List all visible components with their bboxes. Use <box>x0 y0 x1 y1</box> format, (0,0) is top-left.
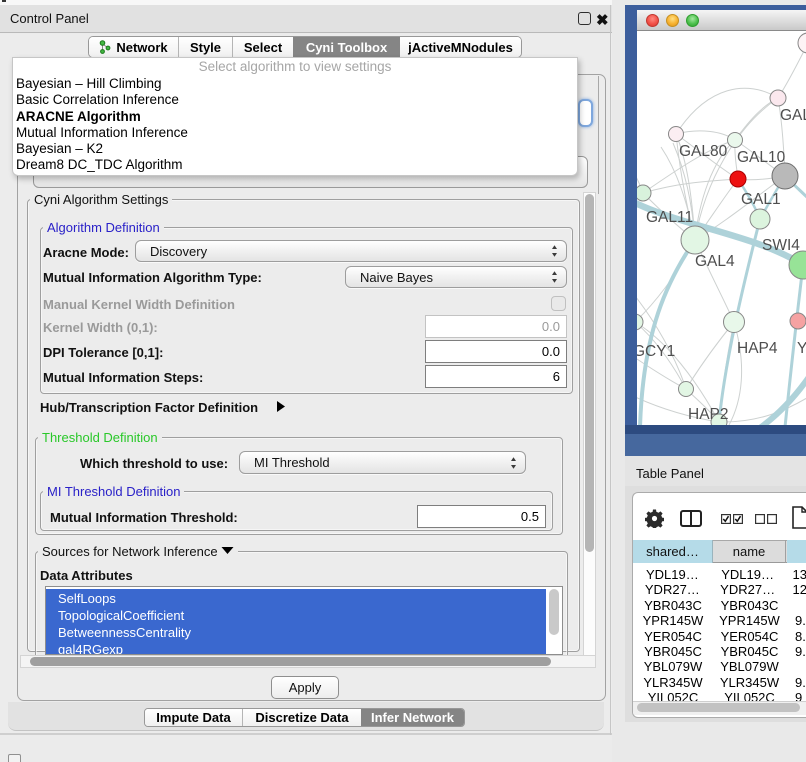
svg-text:GAL11: GAL11 <box>646 209 693 226</box>
svg-text:HAP4: HAP4 <box>737 340 778 357</box>
svg-text:GAL10: GAL10 <box>737 149 786 166</box>
svg-text:GAL4: GAL4 <box>695 253 735 270</box>
svg-text:SWI4: SWI4 <box>762 237 800 254</box>
svg-text:GCY1: GCY1 <box>637 343 675 360</box>
svg-text:Y: Y <box>797 340 806 357</box>
svg-text:HAP2: HAP2 <box>688 406 729 423</box>
svg-text:GAL80: GAL80 <box>679 143 728 160</box>
svg-text:GAL: GAL <box>780 107 806 124</box>
svg-text:GAL1: GAL1 <box>741 191 781 208</box>
